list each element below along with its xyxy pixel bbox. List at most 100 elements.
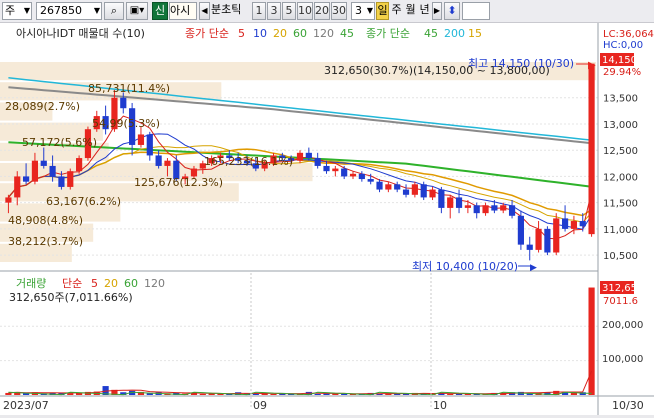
candle-body [526,244,533,250]
candle-body [137,134,145,145]
candle-body [67,171,74,187]
period-10-button[interactable]: 10 [297,2,313,20]
candle-body [561,218,569,229]
lc-label: LC:36,064 [603,29,654,40]
candle-body [76,158,83,172]
candle-body [491,205,498,211]
period-30-button[interactable]: 30 [331,2,347,20]
candle-body [535,228,542,250]
ma-period-120: 120 [313,27,334,40]
price-y-tick: 13,500 [603,94,638,105]
candle-body [455,197,463,208]
volume-ma-5-line [8,370,593,395]
search-button[interactable]: ⌕ [104,2,124,20]
ma-period-10: 10 [253,27,267,40]
candle-body [420,184,427,198]
candle-body [500,205,507,211]
period-prev-button[interactable]: ◀ [199,2,210,20]
price-y-tick: 11,500 [603,199,638,210]
candle-body [588,63,595,235]
market-select[interactable]: 주 ▼ [2,2,32,20]
candle-body [120,97,127,109]
ma2-label: 종가 단순 [366,27,410,40]
tab-year[interactable]: 년 [418,2,431,20]
candle-body [332,168,339,172]
volume-bar [252,393,259,395]
current-price-badge: 14,150 [602,55,637,66]
period-20-button[interactable]: 20 [314,2,330,20]
volume-y-tick: 100,000 [602,354,643,365]
candle-body [5,197,12,203]
price-y-tick: 13,000 [603,120,638,131]
volume-profile-label: 54,99(5.3%) [92,117,160,130]
volume-profile-label: 57,172(5.6%) [22,136,97,149]
period-next-button[interactable]: ▶ [432,2,442,20]
candle-body [570,221,578,229]
volume-panel-title: 거래량 [16,277,46,290]
candle-body [508,205,516,216]
settings-dropdown-icon: ▣▾ [129,5,145,16]
tab-day[interactable]: 일 [376,2,389,20]
hc-label: HC:0,00 [603,40,643,51]
volume-bar [67,393,74,395]
x-axis-label: 10/30 [612,399,644,412]
ma-period-5: 5 [238,27,245,40]
price-y-tick: 12,000 [603,172,638,183]
candle-body [376,181,383,190]
stock-code-value: 267850 [40,4,82,17]
stock-code-input[interactable]: 267850 ▼ [36,2,102,20]
period-5-button[interactable]: 5 [282,2,296,20]
pct-badge: 29.94% [603,67,641,78]
blank-input[interactable] [462,2,490,20]
candle-body [58,176,65,187]
x-axis-label: 2023/07 [3,399,49,412]
count-select[interactable]: 3 ▼ [351,2,375,20]
candle-body [323,165,330,172]
volume-bar [588,287,595,395]
volume-profile-label: 63,167(6.2%) [46,195,121,208]
candle-body [429,189,436,198]
candle-body [22,176,30,182]
volume-bar [447,393,454,395]
candle-body [358,173,365,180]
low-arrow-icon: ▶ [530,263,537,273]
price-y-tick: 10,500 [603,251,638,262]
volume-bar [402,393,410,395]
volume-bar [199,393,206,395]
candle-body [314,158,321,166]
count-value: 3 [355,4,362,17]
candle-body [146,134,153,156]
volume-bar [270,393,277,395]
search-icon: ⌕ [110,4,118,17]
price-y-tick: 12,500 [603,146,638,157]
candle-body [155,155,162,166]
updown-arrow-icon: ⬍ [447,4,457,17]
high-arrow-icon: ▶ [588,60,596,71]
candle-body [14,176,21,198]
low-annotation: 최저 10,400 (10/20) [412,260,518,273]
ma2-period-45: 45 [424,27,438,40]
period-label-button[interactable]: 분초틱 [211,2,251,20]
volume-profile-label: 165,233(16.1%) [204,155,293,168]
candle-body [411,184,418,195]
candle-body [341,168,348,177]
period-1-button[interactable]: 1 [252,2,266,20]
tab-week[interactable]: 주 [390,2,403,20]
x-axis-label: 09 [253,399,267,412]
candle-body [164,160,171,166]
price-y-axis: 13,500 13,000 12,500 12,000 11,500 11,000 10,5… [603,94,638,262]
candle-body [517,215,524,245]
volume-y-tick: 200,000 [602,320,643,331]
candle-body [464,205,471,208]
scroll-updown-button[interactable]: ⬍ [444,2,460,20]
candle-body [296,152,304,161]
credit-badge[interactable]: 신 [152,2,168,20]
candle-body [438,189,445,208]
chart-settings-button[interactable]: ▣▾ [126,2,148,20]
candle-body [305,152,312,159]
ma2-period-15: 15 [468,27,482,40]
period-3-button[interactable]: 3 [267,2,281,20]
chart-area[interactable]: 아시아나IDT 매물대 수(10) 종가 단순 5 10 20 60 120 4… [0,23,654,415]
ma-extra-45: 45 [340,27,354,40]
tab-month[interactable]: 월 [404,2,417,20]
